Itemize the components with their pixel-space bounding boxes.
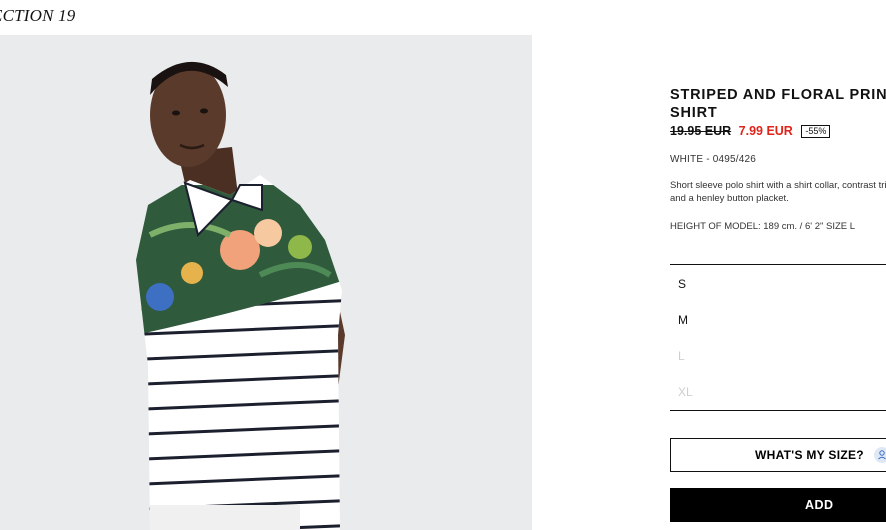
ruler-icon [873, 447, 886, 463]
product-description: Short sleeve polo shirt with a shirt col… [670, 180, 886, 204]
size-option-s[interactable]: S [678, 277, 686, 291]
price-row: 19.95 EUR 7.99 EUR -55% [670, 124, 831, 138]
size-option-m[interactable]: M [678, 313, 688, 327]
discount-badge: -55% [801, 125, 831, 138]
size-list: S M L XL [670, 264, 886, 411]
size-option-l: L [678, 349, 685, 363]
whats-my-size-button[interactable]: WHAT'S MY SIZE? [670, 438, 886, 472]
old-price: 19.95 EUR [670, 124, 732, 138]
whats-my-size-label: WHAT'S MY SIZE? [755, 448, 864, 462]
add-to-bag-button[interactable]: ADD [670, 488, 886, 522]
product-image[interactable] [0, 35, 532, 530]
product-name: STRIPED AND FLORAL PRINT SHIRT [670, 87, 886, 121]
size-option-xl: XL [678, 385, 693, 399]
product-photo [136, 61, 345, 530]
model-height: HEIGHT OF MODEL: 189 cm. / 6' 2" SIZE L [670, 221, 856, 232]
sale-price: 7.99 EUR [738, 124, 793, 138]
color-reference: WHITE - 0495/426 [670, 154, 757, 165]
collection-title: ECTION 19 [0, 6, 76, 25]
product-info-panel: STRIPED AND FLORAL PRINT SHIRT 19.95 EUR… [670, 0, 886, 530]
